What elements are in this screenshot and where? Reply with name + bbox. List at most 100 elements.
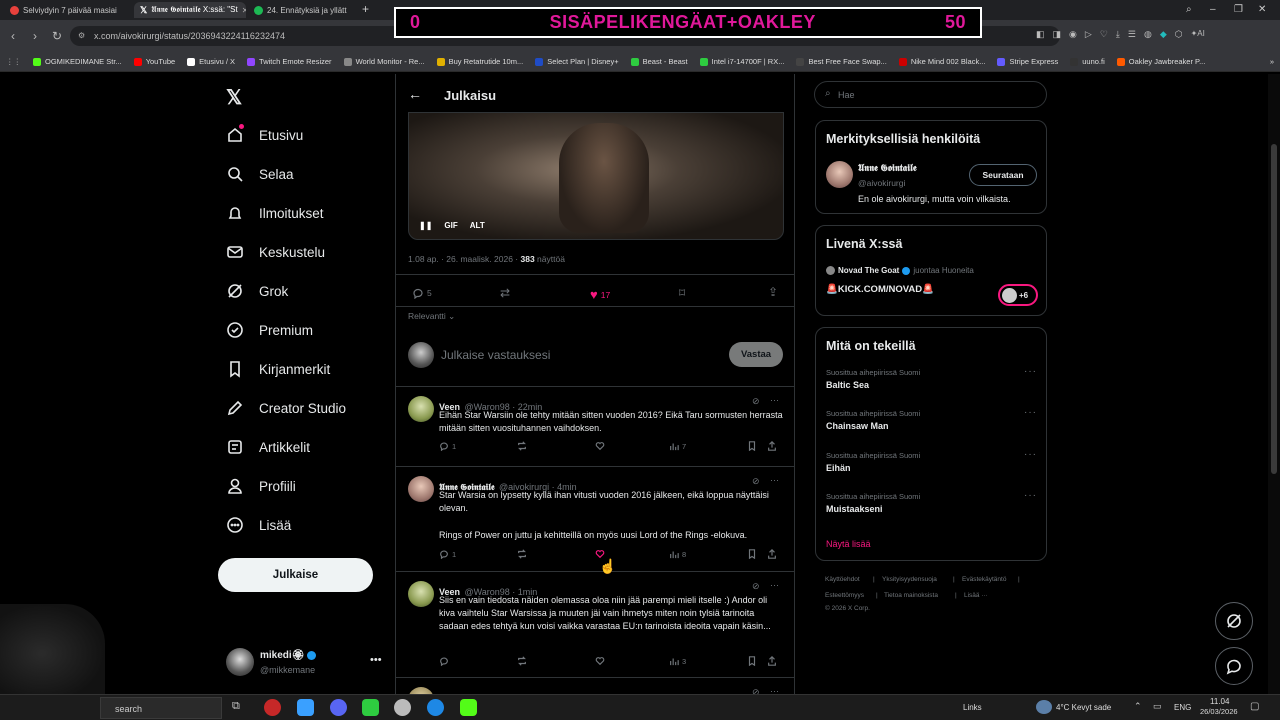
trend-item[interactable]: Suosittua aihepiirissä Suomi Eihän ···	[826, 449, 1038, 485]
taskbar-date[interactable]: 26/03/2026	[1200, 707, 1238, 716]
reply-submit-button[interactable]: Vastaa	[729, 342, 783, 367]
tweet-avatar[interactable]	[408, 476, 434, 502]
restore-icon[interactable]: ❐	[1234, 4, 1243, 15]
footer-link-cookies[interactable]: Evästekäytäntö	[962, 576, 1006, 583]
extension-icon[interactable]: ◧	[1036, 29, 1045, 40]
nav-item-lis-[interactable]: Lisää	[226, 516, 291, 534]
extension-icon[interactable]: ⬡	[1175, 29, 1183, 40]
x-logo-icon[interactable]: 𝕏	[226, 85, 242, 110]
repost-action[interactable]	[517, 441, 527, 451]
close-window-icon[interactable]: ✕	[1258, 4, 1266, 15]
bookmark-icon[interactable]: ⌑	[679, 286, 685, 300]
show-more-link[interactable]: Näytä lisää	[826, 539, 871, 549]
edge-app-icon[interactable]	[427, 699, 444, 716]
repost-action[interactable]	[517, 549, 527, 559]
share-action[interactable]	[767, 441, 777, 451]
trend-item[interactable]: Suosittua aihepiirissä Suomi Baltic Sea ··…	[826, 366, 1038, 402]
apps-icon[interactable]: ⋮⋮	[0, 57, 27, 66]
sort-dropdown[interactable]: Relevantti ⌄	[408, 311, 455, 322]
person-name[interactable]: 𝖀𝖓𝖓𝖊 𝕲𝖔𝖎𝖓𝖙𝖆𝖎𝖑𝖊	[858, 163, 917, 174]
back-icon[interactable]: ‹	[2, 29, 24, 43]
post-button[interactable]: Julkaise	[218, 558, 373, 592]
grok-explain-icon[interactable]: ⊘	[752, 396, 760, 407]
heart-icon[interactable]: ♡	[1100, 29, 1108, 40]
search-input[interactable]: ⌕ Hae	[814, 81, 1047, 108]
ai-button[interactable]: ✦AI	[1191, 29, 1205, 40]
bookmark-item[interactable]: Best Free Face Swap...	[790, 57, 892, 66]
reply-tweet[interactable]: Veen @Waron98 · 22min ⊘ ··· Eihän Star Wars…	[396, 386, 794, 466]
extension-icon[interactable]: ◆	[1160, 29, 1167, 40]
trend-more-icon[interactable]: ···	[1024, 366, 1037, 377]
account-avatar[interactable]	[226, 648, 254, 676]
site-info-icon[interactable]: ⚙	[78, 31, 85, 40]
account-name-row[interactable]: mikedi🏵	[260, 650, 317, 661]
profile-icon[interactable]: ◍	[1144, 29, 1152, 40]
reply-action[interactable]	[439, 656, 452, 666]
nav-item-creator-studio[interactable]: Creator Studio	[226, 399, 346, 417]
share-action[interactable]	[767, 656, 777, 666]
download-icon[interactable]: ⤓	[1116, 29, 1120, 40]
grok-explain-icon[interactable]: ⊘	[752, 687, 760, 694]
alt-badge[interactable]: ALT	[470, 221, 485, 230]
footer-link-terms[interactable]: Käyttöehdot	[825, 576, 860, 583]
extension-icon[interactable]: ◉	[1069, 29, 1077, 40]
bookmark-item[interactable]: Nike Mind 002 Black...	[893, 57, 992, 66]
reply-action[interactable]: 1	[439, 549, 456, 559]
like-action[interactable]: ♥ 17	[590, 287, 610, 302]
nav-item-profiili[interactable]: Profiili	[226, 477, 296, 495]
footer-link-accessibility[interactable]: Esteettömyys	[825, 592, 864, 599]
taskbar-weather[interactable]: 4°C Kevyt sade	[1056, 703, 1111, 712]
reply-input[interactable]: Julkaise vastauksesi	[441, 348, 550, 362]
person-avatar[interactable]	[826, 161, 853, 188]
forward-icon[interactable]: ›	[24, 29, 46, 43]
nav-item-grok[interactable]: Grok	[226, 282, 288, 300]
app-icon[interactable]	[362, 699, 379, 716]
bookmark-action[interactable]	[747, 441, 757, 451]
bookmark-item[interactable]: Twitch Emote Resizer	[241, 57, 338, 66]
pause-icon[interactable]: ❚❚	[419, 221, 432, 230]
nav-item-etusivu[interactable]: Etusivu	[226, 124, 303, 144]
opera-app-icon[interactable]	[264, 699, 281, 716]
views-action[interactable]: 8	[669, 549, 686, 559]
extension-icon[interactable]: ◨	[1053, 29, 1062, 40]
bookmark-item[interactable]: Buy Retatrutide 10m...	[431, 57, 530, 66]
browser-tab-2[interactable]: 𝕏 𝖀𝖓𝖓𝖊 𝕲𝖔𝖎𝖓𝖙𝖆𝖎𝖑𝖊 X:ssä: "St ✕	[134, 2, 246, 18]
trend-more-icon[interactable]: ···	[1024, 407, 1037, 418]
discord-app-icon[interactable]	[330, 699, 347, 716]
live-listeners[interactable]: +6	[998, 284, 1038, 306]
bookmark-item[interactable]: OGMIKEDIMANE Str...	[27, 57, 128, 66]
footer-link-more[interactable]: Lisää ···	[964, 592, 988, 599]
trend-item[interactable]: Suosittua aihepiirissä Suomi Muistaakseni…	[826, 490, 1038, 526]
share-action[interactable]	[767, 549, 777, 559]
reply-tweet[interactable]: Veen @Waron98 · 1min ⊘ ··· Siis en vain tie…	[396, 571, 794, 677]
tweet-more-icon[interactable]: ···	[770, 475, 779, 485]
messages-fab[interactable]	[1215, 647, 1253, 685]
notification-icon[interactable]: ▢	[1250, 701, 1259, 712]
close-tab-icon[interactable]: ✕	[242, 6, 246, 15]
footer-link-ads[interactable]: Tietoa mainoksista	[884, 592, 938, 599]
tweet-avatar[interactable]	[408, 581, 434, 607]
live-host-row[interactable]: Novad The Goat juontaa Huoneita	[826, 266, 974, 275]
back-arrow-icon[interactable]: ←	[408, 86, 422, 102]
bookmark-item[interactable]: YouTube	[128, 57, 181, 66]
trend-more-icon[interactable]: ···	[1024, 490, 1037, 501]
bookmark-item[interactable]: Beast - Beast	[625, 57, 694, 66]
tweet-more-icon[interactable]: ···	[770, 395, 779, 405]
like-action[interactable]	[595, 656, 605, 666]
repost-icon[interactable]: ⇄	[500, 286, 510, 300]
kick-app-icon[interactable]	[460, 699, 477, 716]
search-tabs-icon[interactable]: ⌕	[1186, 4, 1192, 15]
bookmark-item[interactable]: Select Plan | Disney+	[529, 57, 624, 66]
nav-item-keskustelu[interactable]: Keskustelu	[226, 243, 325, 261]
reload-icon[interactable]: ↻	[46, 29, 68, 43]
reply-action[interactable]: 1	[439, 441, 456, 451]
following-button[interactable]: Seurataan	[969, 164, 1037, 186]
bookmark-action[interactable]	[747, 656, 757, 666]
reply-tweet[interactable]: Muistava Jonne @JonneMuistava · 3t⊘···	[396, 677, 794, 694]
nav-item-artikkelit[interactable]: Artikkelit	[226, 438, 310, 456]
account-menu-icon[interactable]: •••	[370, 654, 382, 666]
bookmark-item[interactable]: Stripe Express	[991, 57, 1064, 66]
trend-item[interactable]: Suosittua aihepiirissä Suomi Chainsaw Man…	[826, 407, 1038, 443]
views-action[interactable]: 7	[669, 441, 686, 451]
browser-tab-1[interactable]: Selviydyin 7 päivää masiai	[4, 2, 132, 18]
